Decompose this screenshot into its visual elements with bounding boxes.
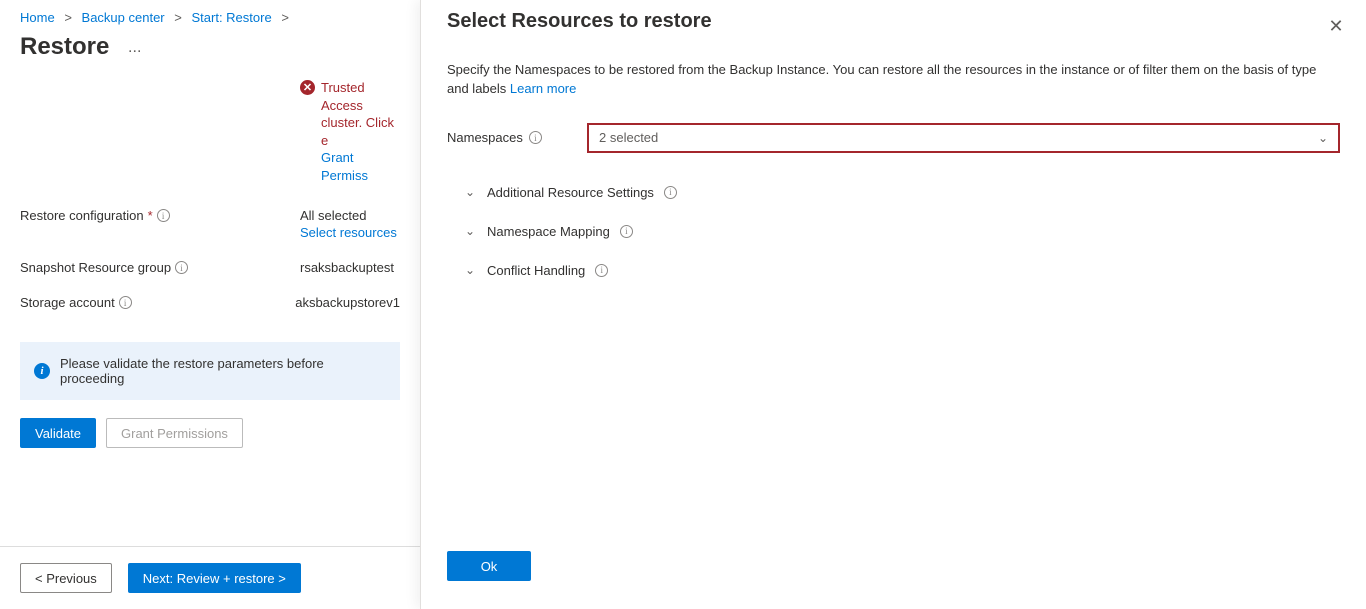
chevron-down-icon: ⌄ — [465, 185, 477, 199]
storage-account-label-text: Storage account — [20, 295, 115, 310]
breadcrumb-sep: > — [58, 10, 78, 25]
info-icon[interactable] — [664, 186, 677, 199]
learn-more-link[interactable]: Learn more — [510, 81, 576, 96]
page-title-text: Restore — [20, 33, 109, 60]
storage-account-label: Storage account — [20, 295, 295, 310]
next-review-restore-button[interactable]: Next: Review + restore > — [128, 563, 301, 593]
snapshot-group-row: Snapshot Resource group rsaksbackuptest — [0, 250, 420, 285]
alert-line1: Trusted Access — [321, 80, 365, 113]
info-icon[interactable] — [157, 209, 170, 222]
additional-resource-settings-section[interactable]: ⌄ Additional Resource Settings — [447, 177, 1340, 208]
grant-permissions-button: Grant Permissions — [106, 418, 243, 448]
breadcrumb-sep: > — [275, 10, 295, 25]
select-resources-link[interactable]: Select resources — [300, 225, 397, 240]
namespace-mapping-section[interactable]: ⌄ Namespace Mapping — [447, 216, 1340, 247]
panel-footer: Ok — [447, 551, 531, 581]
namespace-mapping-label: Namespace Mapping — [487, 224, 610, 239]
snapshot-group-label-text: Snapshot Resource group — [20, 260, 171, 275]
info-icon[interactable] — [529, 131, 542, 144]
info-icon[interactable] — [175, 261, 188, 274]
restore-config-row: Restore configuration * All selected Sel… — [0, 198, 420, 250]
ok-button[interactable]: Ok — [447, 551, 531, 581]
restore-config-label-text: Restore configuration — [20, 208, 144, 223]
trusted-access-alert: ✕ Trusted Access cluster. Click e Grant … — [0, 79, 420, 198]
required-mark: * — [148, 208, 153, 223]
panel-description: Specify the Namespaces to be restored fr… — [447, 41, 1340, 117]
conflict-handling-section[interactable]: ⌄ Conflict Handling — [447, 255, 1340, 286]
namespaces-row: Namespaces 2 selected ⌄ — [447, 117, 1340, 169]
storage-account-value-text: aksbackupstorev1 — [295, 295, 400, 310]
namespaces-selected-value: 2 selected — [599, 130, 658, 145]
close-icon[interactable]: ✕ — [1324, 14, 1348, 38]
info-icon[interactable] — [119, 296, 132, 309]
chevron-down-icon: ⌄ — [465, 263, 477, 277]
chevron-down-icon: ⌄ — [1318, 131, 1328, 145]
panel-desc-text: Specify the Namespaces to be restored fr… — [447, 62, 1316, 96]
chevron-down-icon: ⌄ — [465, 224, 477, 238]
divider — [0, 546, 420, 547]
storage-account-row: Storage account aksbackupstorev1 — [0, 285, 420, 320]
restore-config-label: Restore configuration * — [20, 208, 300, 223]
previous-button[interactable]: < Previous — [20, 563, 112, 593]
conflict-handling-label: Conflict Handling — [487, 263, 585, 278]
alert-message: Trusted Access cluster. Click e Grant Pe… — [321, 79, 400, 184]
namespaces-dropdown[interactable]: 2 selected ⌄ — [587, 123, 1340, 153]
info-banner-text: Please validate the restore parameters b… — [60, 356, 386, 386]
additional-settings-label: Additional Resource Settings — [487, 185, 654, 200]
action-row: Validate Grant Permissions — [0, 418, 420, 456]
namespaces-label: Namespaces — [447, 130, 587, 145]
storage-account-value: aksbackupstorev1 — [295, 295, 400, 310]
more-actions-icon[interactable]: ... — [128, 39, 141, 56]
info-icon[interactable] — [595, 264, 608, 277]
panel-title: Select Resources to restore — [447, 10, 1340, 41]
restore-config-value-text: All selected — [300, 208, 397, 223]
info-icon — [34, 363, 50, 379]
breadcrumb-start-restore[interactable]: Start: Restore — [191, 10, 271, 25]
namespaces-label-text: Namespaces — [447, 130, 523, 145]
snapshot-group-value: rsaksbackuptest — [300, 260, 394, 275]
restore-config-value: All selected Select resources — [300, 208, 397, 240]
alert-line2: cluster. Click e — [321, 115, 394, 148]
snapshot-group-value-text: rsaksbackuptest — [300, 260, 394, 275]
grant-permissions-link[interactable]: Grant Permiss — [321, 150, 368, 183]
snapshot-group-label: Snapshot Resource group — [20, 260, 300, 275]
validate-info-banner: Please validate the restore parameters b… — [20, 342, 400, 400]
info-icon[interactable] — [620, 225, 633, 238]
bottom-nav: < Previous Next: Review + restore > — [20, 563, 301, 593]
breadcrumb: Home > Backup center > Start: Restore > — [0, 0, 420, 31]
select-resources-panel: Select Resources to restore ✕ Specify th… — [420, 0, 1366, 609]
validate-button[interactable]: Validate — [20, 418, 96, 448]
page-title: Restore ... — [0, 31, 420, 79]
breadcrumb-backup-center[interactable]: Backup center — [82, 10, 165, 25]
breadcrumb-sep: > — [168, 10, 188, 25]
error-icon: ✕ — [300, 80, 315, 95]
breadcrumb-home[interactable]: Home — [20, 10, 55, 25]
